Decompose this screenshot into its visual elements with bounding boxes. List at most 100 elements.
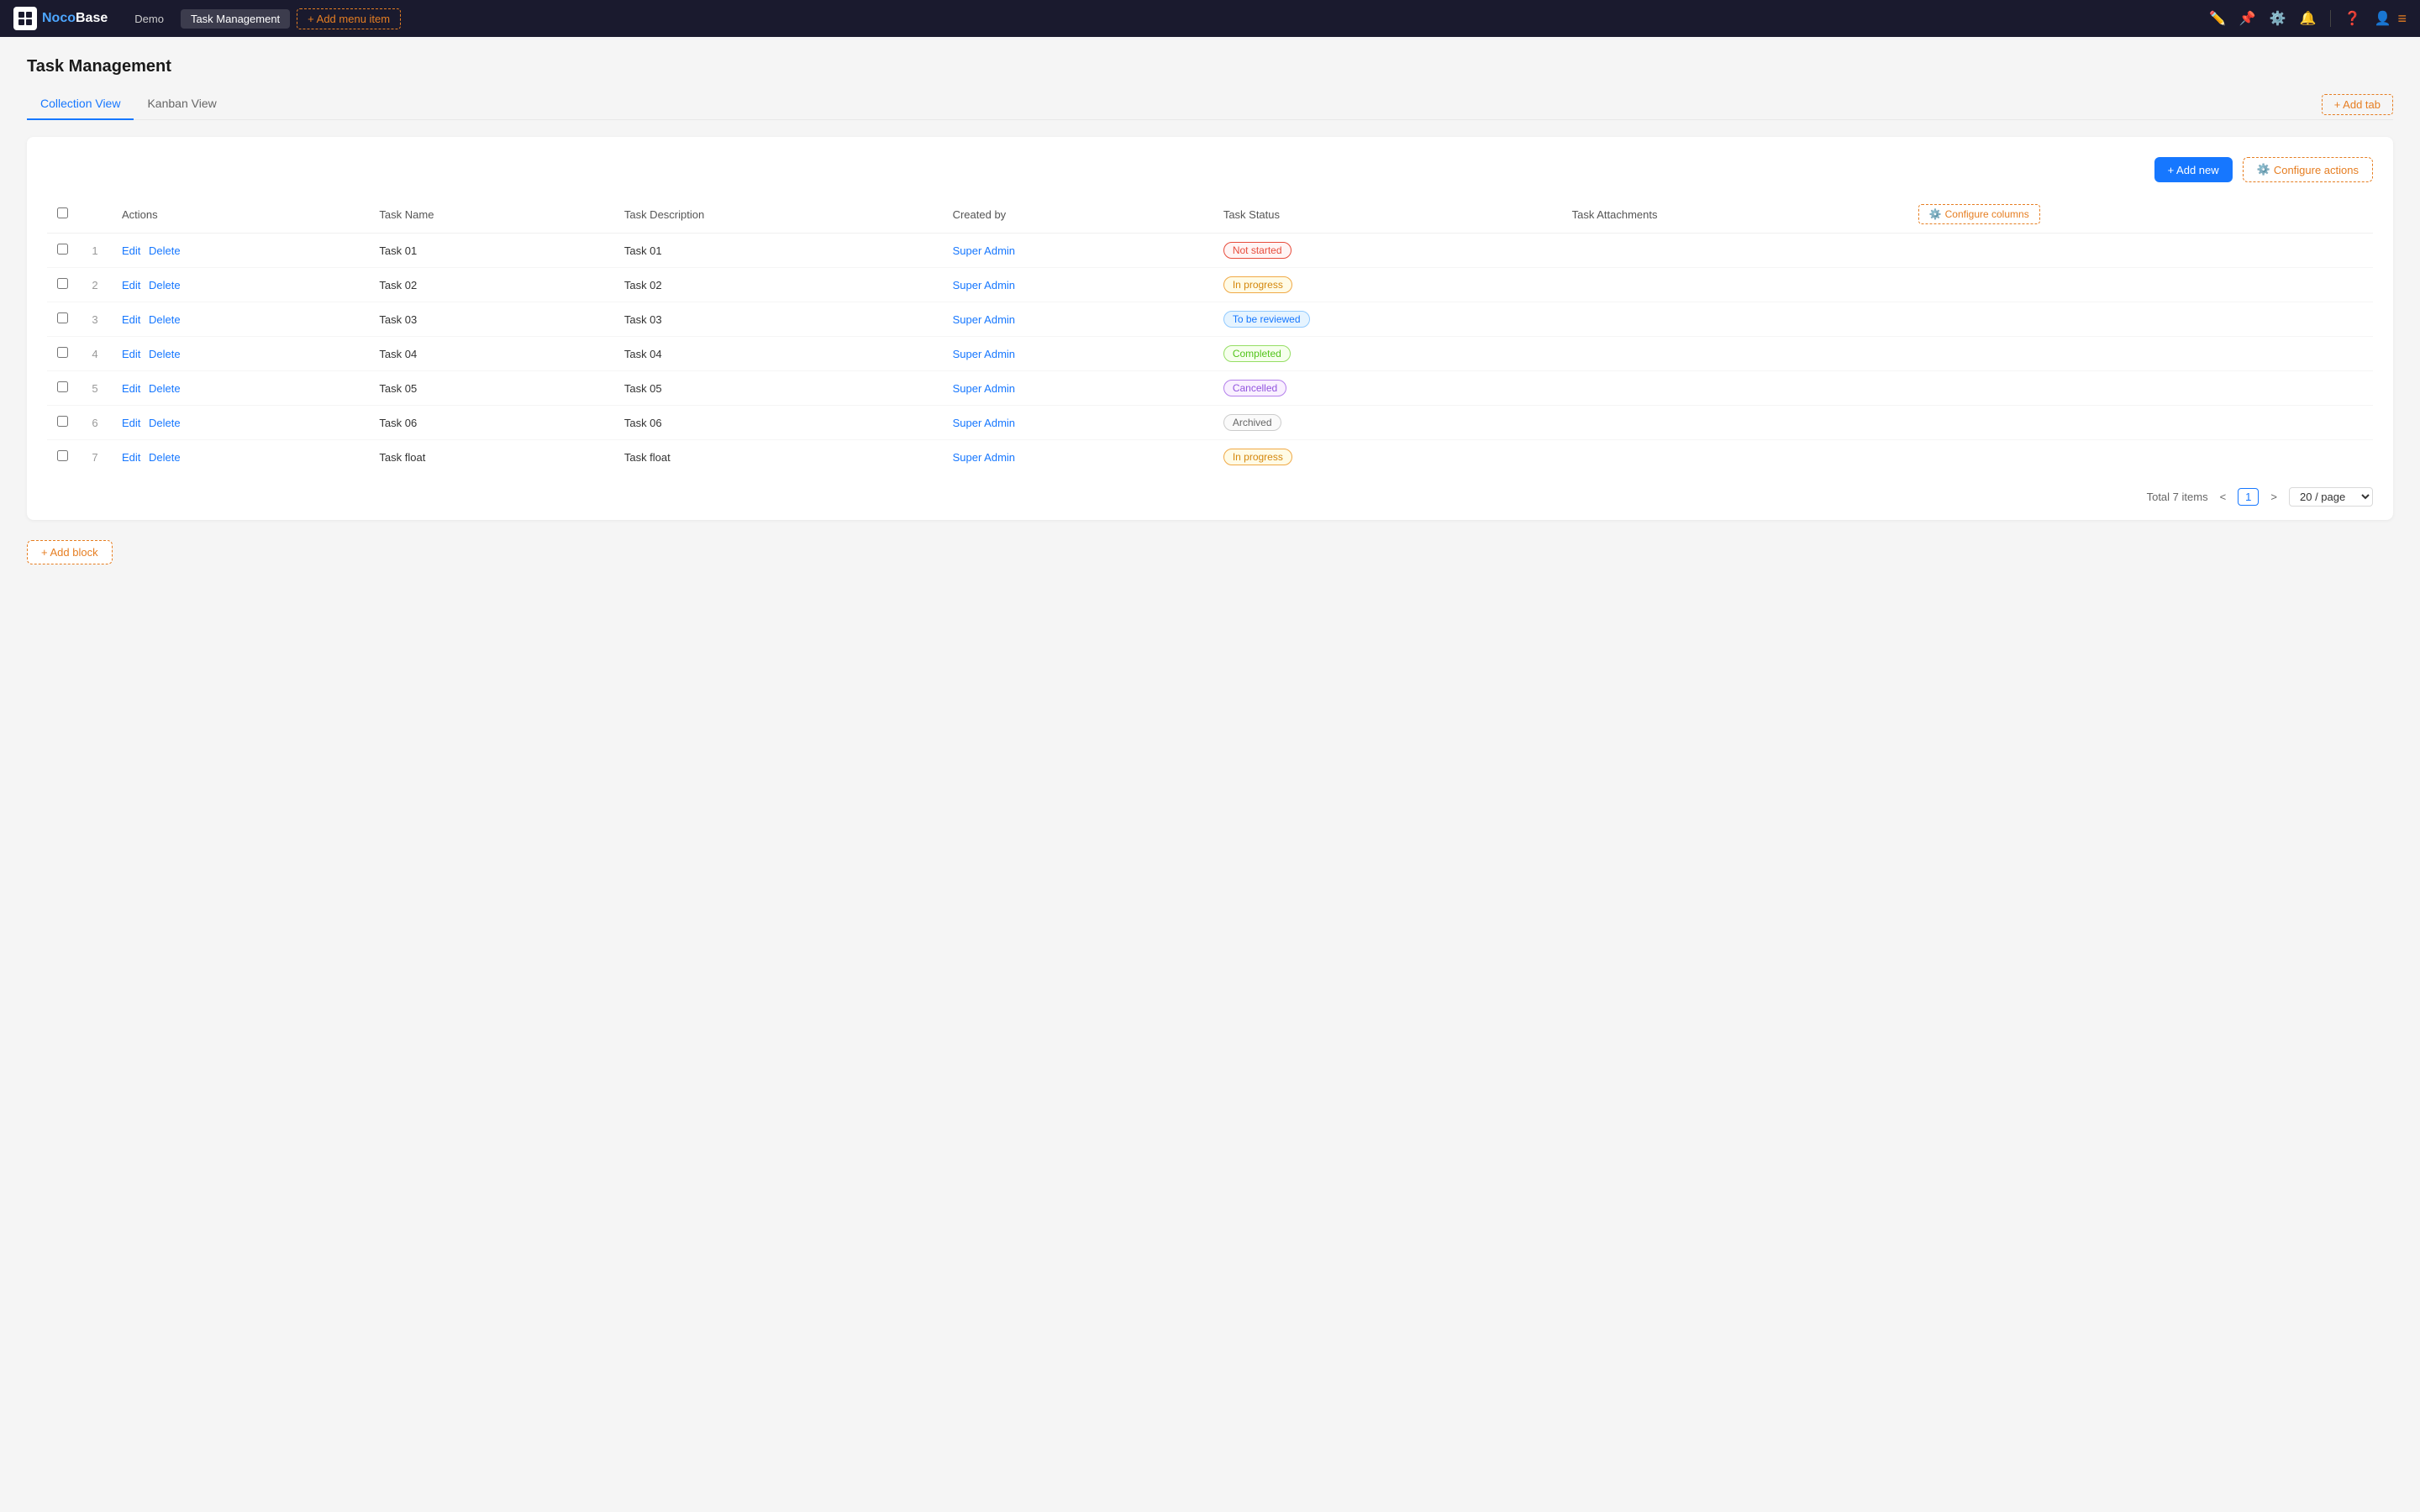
question-icon[interactable]: ❓ [2344, 10, 2361, 27]
created-by-link[interactable]: Super Admin [953, 348, 1015, 360]
edit-button[interactable]: Edit [122, 451, 140, 464]
gear-icon[interactable]: ⚙️ [2270, 10, 2286, 27]
delete-button[interactable]: Delete [149, 417, 181, 429]
delete-button[interactable]: Delete [149, 451, 181, 464]
row-task-description: Task 01 [614, 234, 943, 268]
tabs-row: Collection View Kanban View + Add tab [27, 90, 2393, 120]
created-by-link[interactable]: Super Admin [953, 451, 1015, 464]
status-badge: Not started [1223, 242, 1292, 259]
brand-name: NocoBase [42, 11, 108, 26]
row-actions: Edit Delete [112, 440, 369, 475]
pin-icon[interactable]: 📌 [2239, 10, 2256, 27]
nav-task-management[interactable]: Task Management [181, 9, 290, 29]
row-checkbox-cell [47, 371, 78, 406]
configure-columns-button[interactable]: ⚙️ Configure columns [1918, 204, 2040, 224]
row-created-by: Super Admin [943, 371, 1213, 406]
row-task-name: Task 06 [369, 406, 613, 440]
created-by-link[interactable]: Super Admin [953, 417, 1015, 429]
edit-button[interactable]: Edit [122, 382, 140, 395]
delete-button[interactable]: Delete [149, 279, 181, 291]
created-by-link[interactable]: Super Admin [953, 244, 1015, 257]
table-row: 6 Edit Delete Task 06 Task 06 Super Admi… [47, 406, 2373, 440]
row-task-attachments [1562, 406, 1908, 440]
page-size-select[interactable]: 20 / page 50 / page 100 / page [2289, 487, 2373, 507]
table-row: 1 Edit Delete Task 01 Task 01 Super Admi… [47, 234, 2373, 268]
row-number: 5 [78, 371, 112, 406]
delete-button[interactable]: Delete [149, 382, 181, 395]
table-row: 2 Edit Delete Task 02 Task 02 Super Admi… [47, 268, 2373, 302]
row-number: 2 [78, 268, 112, 302]
edit-button[interactable]: Edit [122, 313, 140, 326]
tab-collection-view[interactable]: Collection View [27, 90, 134, 120]
status-badge: Archived [1223, 414, 1281, 431]
prev-page-button[interactable]: < [2215, 489, 2232, 505]
row-task-description: Task 02 [614, 268, 943, 302]
row-checkbox[interactable] [57, 312, 68, 323]
created-by-link[interactable]: Super Admin [953, 279, 1015, 291]
edit-button[interactable]: Edit [122, 279, 140, 291]
pencil-icon[interactable]: ✏️ [2209, 10, 2226, 27]
app-logo[interactable]: NocoBase [13, 7, 108, 30]
table-row: 7 Edit Delete Task float Task float Supe… [47, 440, 2373, 475]
status-badge: In progress [1223, 449, 1292, 465]
edit-button[interactable]: Edit [122, 348, 140, 360]
add-tab-button[interactable]: + Add tab [2322, 94, 2393, 115]
row-created-by: Super Admin [943, 234, 1213, 268]
row-task-attachments [1562, 302, 1908, 337]
row-task-attachments [1562, 268, 1908, 302]
current-page[interactable]: 1 [2238, 488, 2259, 506]
delete-button[interactable]: Delete [149, 313, 181, 326]
gear-icon-cols: ⚙️ [1929, 208, 1942, 220]
user-icon[interactable]: 👤 [2375, 10, 2391, 27]
row-checkbox[interactable] [57, 450, 68, 461]
row-checkbox[interactable] [57, 278, 68, 289]
row-actions: Edit Delete [112, 302, 369, 337]
created-by-link[interactable]: Super Admin [953, 382, 1015, 395]
row-number: 6 [78, 406, 112, 440]
row-actions: Edit Delete [112, 268, 369, 302]
created-by-link[interactable]: Super Admin [953, 313, 1015, 326]
row-checkbox[interactable] [57, 347, 68, 358]
col-configure: ⚙️ Configure columns [1908, 196, 2373, 234]
add-block-button[interactable]: + Add block [27, 540, 113, 564]
tab-kanban-view[interactable]: Kanban View [134, 90, 229, 120]
col-task-status: Task Status [1213, 196, 1562, 234]
row-task-name: Task 03 [369, 302, 613, 337]
row-task-description: Task float [614, 440, 943, 475]
bell-icon[interactable]: 🔔 [2300, 10, 2317, 27]
row-created-by: Super Admin [943, 302, 1213, 337]
row-checkbox-cell [47, 268, 78, 302]
row-task-status: In progress [1213, 440, 1562, 475]
col-actions: Actions [112, 196, 369, 234]
page-title: Task Management [27, 57, 2393, 76]
delete-button[interactable]: Delete [149, 348, 181, 360]
nav-demo[interactable]: Demo [124, 9, 174, 29]
row-checkbox-cell [47, 302, 78, 337]
row-task-description: Task 06 [614, 406, 943, 440]
row-task-status: Completed [1213, 337, 1562, 371]
row-checkbox[interactable] [57, 416, 68, 427]
next-page-button[interactable]: > [2265, 489, 2282, 505]
edit-button[interactable]: Edit [122, 417, 140, 429]
row-task-attachments [1562, 440, 1908, 475]
configure-actions-button[interactable]: ⚙️ Configure actions [2243, 157, 2373, 182]
row-checkbox-cell [47, 337, 78, 371]
row-checkbox-cell [47, 440, 78, 475]
add-menu-item-button[interactable]: + Add menu item [297, 8, 401, 29]
status-badge: Completed [1223, 345, 1291, 362]
select-all-checkbox[interactable] [57, 207, 68, 218]
row-actions: Edit Delete [112, 371, 369, 406]
row-checkbox[interactable] [57, 381, 68, 392]
row-task-name: Task float [369, 440, 613, 475]
row-actions: Edit Delete [112, 406, 369, 440]
table-row: 4 Edit Delete Task 04 Task 04 Super Admi… [47, 337, 2373, 371]
edit-button[interactable]: Edit [122, 244, 140, 257]
topnav-menu-icon[interactable]: ≡ [2397, 10, 2407, 28]
col-checkbox [47, 196, 78, 234]
table-row: 5 Edit Delete Task 05 Task 05 Super Admi… [47, 371, 2373, 406]
table-toolbar: + Add new ⚙️ Configure actions [47, 157, 2373, 182]
gear-icon-actions: ⚙️ [2257, 163, 2270, 176]
row-checkbox[interactable] [57, 244, 68, 255]
add-new-button[interactable]: + Add new [2154, 157, 2233, 182]
delete-button[interactable]: Delete [149, 244, 181, 257]
